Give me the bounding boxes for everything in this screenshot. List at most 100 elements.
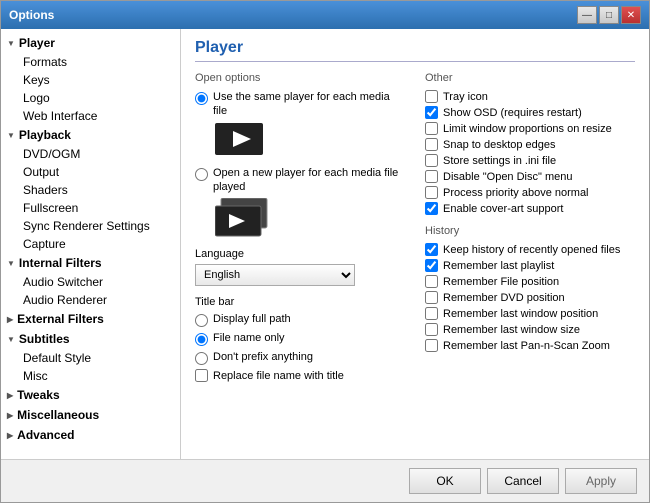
remember-file-pos-label: Remember File position	[443, 276, 559, 288]
cancel-button[interactable]: Cancel	[487, 468, 559, 494]
sidebar-item-audio-renderer[interactable]: Audio Renderer	[1, 291, 180, 309]
sidebar-item-dvd-ogm[interactable]: DVD/OGM	[1, 145, 180, 163]
sidebar-item-advanced[interactable]: ▶ Advanced	[1, 425, 180, 445]
remember-last-window-size-checkbox[interactable]	[425, 323, 438, 336]
other-label: Other	[425, 72, 635, 84]
close-button[interactable]: ✕	[621, 6, 641, 24]
radio-display-full-path-item: Display full path	[195, 312, 405, 327]
sidebar-item-misc[interactable]: Misc	[1, 367, 180, 385]
enable-cover-art-item: Enable cover-art support	[425, 202, 635, 215]
replace-file-name-item: Replace file name with title	[195, 369, 405, 382]
sidebar-item-advanced-label: Advanced	[17, 428, 74, 442]
sidebar-item-fullscreen[interactable]: Fullscreen	[1, 199, 180, 217]
radio-same-player[interactable]	[195, 92, 208, 105]
limit-window-checkbox[interactable]	[425, 122, 438, 135]
remember-last-window-size-item: Remember last window size	[425, 323, 635, 336]
disable-open-disc-label: Disable "Open Disc" menu	[443, 171, 572, 183]
ok-button[interactable]: OK	[409, 468, 481, 494]
remember-last-window-pos-label: Remember last window position	[443, 308, 598, 320]
remember-last-window-size-label: Remember last window size	[443, 324, 580, 336]
sidebar-item-internal-filters[interactable]: ▼ Internal Filters	[1, 253, 180, 273]
tray-icon-item: Tray icon	[425, 90, 635, 103]
language-label: Language	[195, 248, 405, 260]
media-icon-double-svg	[215, 198, 271, 238]
show-osd-label: Show OSD (requires restart)	[443, 107, 582, 119]
radio-dont-prefix-label: Don't prefix anything	[213, 350, 313, 364]
bottom-bar: OK Cancel Apply	[1, 459, 649, 502]
sidebar-item-default-style[interactable]: Default Style	[1, 349, 180, 367]
maximize-button[interactable]: □	[599, 6, 619, 24]
expand-icon-subtitles: ▼	[7, 335, 15, 344]
keep-history-item: Keep history of recently opened files	[425, 243, 635, 256]
media-icon-svg	[215, 123, 263, 155]
sidebar-item-miscellaneous-label: Miscellaneous	[17, 408, 99, 422]
keep-history-label: Keep history of recently opened files	[443, 244, 620, 256]
sidebar-item-formats[interactable]: Formats	[1, 53, 180, 71]
remember-last-window-pos-checkbox[interactable]	[425, 307, 438, 320]
keep-history-checkbox[interactable]	[425, 243, 438, 256]
sidebar-item-audio-switcher[interactable]: Audio Switcher	[1, 273, 180, 291]
radio-new-player[interactable]	[195, 168, 208, 181]
sidebar-item-player[interactable]: ▼ Player	[1, 33, 180, 53]
disable-open-disc-checkbox[interactable]	[425, 170, 438, 183]
process-priority-checkbox[interactable]	[425, 186, 438, 199]
replace-file-name-checkbox[interactable]	[195, 369, 208, 382]
radio-file-name-only[interactable]	[195, 333, 208, 346]
remember-pan-scan-checkbox[interactable]	[425, 339, 438, 352]
open-option-group: Use the same player for each media file …	[195, 90, 405, 238]
snap-desktop-checkbox[interactable]	[425, 138, 438, 151]
store-ini-checkbox[interactable]	[425, 154, 438, 167]
tray-icon-checkbox[interactable]	[425, 90, 438, 103]
limit-window-item: Limit window proportions on resize	[425, 122, 635, 135]
radio-new-player-label: Open a new player for each media file pl…	[213, 166, 405, 195]
sidebar-item-capture[interactable]: Capture	[1, 235, 180, 253]
sidebar-item-subtitles[interactable]: ▼ Subtitles	[1, 329, 180, 349]
radio-same-player-label: Use the same player for each media file	[213, 90, 405, 119]
remember-file-pos-checkbox[interactable]	[425, 275, 438, 288]
open-options-label: Open options	[195, 72, 405, 84]
remember-dvd-pos-label: Remember DVD position	[443, 292, 565, 304]
remember-file-pos-item: Remember File position	[425, 275, 635, 288]
expand-icon-advanced: ▶	[7, 431, 13, 440]
radio-display-full-path[interactable]	[195, 314, 208, 327]
sidebar-item-logo[interactable]: Logo	[1, 89, 180, 107]
media-icon-single	[215, 123, 405, 158]
sidebar-item-tweaks-label: Tweaks	[17, 388, 59, 402]
history-label: History	[425, 225, 635, 237]
radio-file-name-only-item: File name only	[195, 331, 405, 346]
titlebar-section: Title bar Display full path File name on…	[195, 296, 405, 382]
sidebar-item-web-interface[interactable]: Web Interface	[1, 107, 180, 125]
remember-pan-scan-item: Remember last Pan-n-Scan Zoom	[425, 339, 635, 352]
radio-dont-prefix[interactable]	[195, 352, 208, 365]
sidebar-item-player-label: Player	[19, 36, 55, 50]
options-window: Options — □ ✕ ▼ Player Formats Keys Logo	[0, 0, 650, 503]
sidebar-item-external-filters[interactable]: ▶ External Filters	[1, 309, 180, 329]
remember-last-playlist-checkbox[interactable]	[425, 259, 438, 272]
sidebar: ▼ Player Formats Keys Logo Web Interface…	[1, 29, 181, 459]
sidebar-item-shaders[interactable]: Shaders	[1, 181, 180, 199]
process-priority-item: Process priority above normal	[425, 186, 635, 199]
sidebar-item-output[interactable]: Output	[1, 163, 180, 181]
expand-icon-playback: ▼	[7, 131, 15, 140]
show-osd-checkbox[interactable]	[425, 106, 438, 119]
remember-last-playlist-label: Remember last playlist	[443, 260, 554, 272]
titlebar-label: Title bar	[195, 296, 405, 308]
language-select[interactable]: English French German	[195, 264, 355, 286]
tray-icon-label: Tray icon	[443, 91, 488, 103]
enable-cover-art-checkbox[interactable]	[425, 202, 438, 215]
apply-button[interactable]: Apply	[565, 468, 637, 494]
sidebar-item-keys[interactable]: Keys	[1, 71, 180, 89]
radio-same-player-item: Use the same player for each media file	[195, 90, 405, 119]
expand-icon-misc: ▶	[7, 411, 13, 420]
content-area: ▼ Player Formats Keys Logo Web Interface…	[1, 29, 649, 459]
sidebar-item-playback[interactable]: ▼ Playback	[1, 125, 180, 145]
sidebar-item-miscellaneous[interactable]: ▶ Miscellaneous	[1, 405, 180, 425]
replace-file-name-label: Replace file name with title	[213, 370, 344, 382]
sidebar-item-sync-renderer[interactable]: Sync Renderer Settings	[1, 217, 180, 235]
remember-dvd-pos-checkbox[interactable]	[425, 291, 438, 304]
store-ini-item: Store settings in .ini file	[425, 154, 635, 167]
remember-pan-scan-label: Remember last Pan-n-Scan Zoom	[443, 340, 610, 352]
radio-new-player-item: Open a new player for each media file pl…	[195, 166, 405, 195]
sidebar-item-tweaks[interactable]: ▶ Tweaks	[1, 385, 180, 405]
minimize-button[interactable]: —	[577, 6, 597, 24]
